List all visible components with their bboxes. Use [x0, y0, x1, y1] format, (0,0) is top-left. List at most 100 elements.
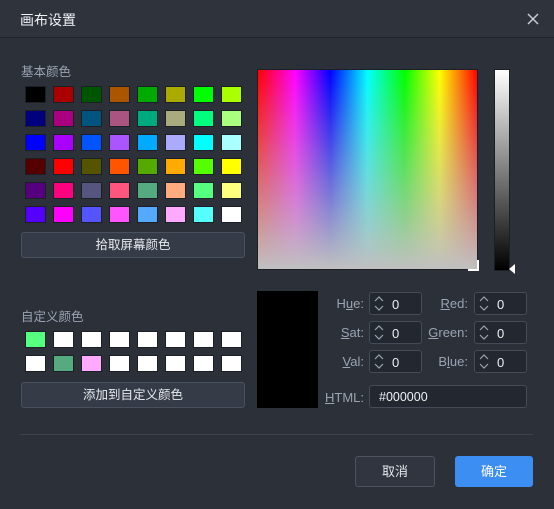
sat-spinbox[interactable]: 0: [369, 321, 422, 344]
spin-arrows-icon[interactable]: [374, 353, 384, 370]
basic-color-swatch[interactable]: [193, 158, 214, 175]
custom-color-swatch[interactable]: [221, 355, 242, 372]
val-spinbox[interactable]: 0: [369, 350, 422, 373]
basic-color-swatch[interactable]: [165, 182, 186, 199]
hue-label: Hue:: [336, 296, 364, 311]
basic-color-swatch[interactable]: [137, 158, 158, 175]
basic-color-swatch[interactable]: [221, 110, 242, 127]
ok-button[interactable]: 确定: [455, 456, 533, 487]
hue-saturation-picker[interactable]: [257, 69, 478, 270]
footer-divider: [20, 434, 533, 435]
basic-color-swatch[interactable]: [193, 134, 214, 151]
pick-screen-color-button[interactable]: 拾取屏幕颜色: [21, 232, 245, 258]
basic-color-swatch[interactable]: [221, 206, 242, 223]
cancel-button[interactable]: 取消: [355, 456, 435, 487]
luminance-slider[interactable]: [494, 69, 510, 271]
red-spinbox[interactable]: 0: [474, 292, 527, 315]
red-value: 0: [497, 297, 505, 312]
blue-label: Blue:: [438, 354, 468, 369]
basic-color-swatch[interactable]: [109, 206, 130, 223]
basic-color-swatch[interactable]: [109, 158, 130, 175]
custom-color-swatch[interactable]: [193, 331, 214, 348]
custom-color-swatch[interactable]: [109, 331, 130, 348]
basic-color-swatch[interactable]: [221, 158, 242, 175]
custom-color-swatch[interactable]: [193, 355, 214, 372]
spin-arrows-icon[interactable]: [374, 324, 384, 341]
basic-color-swatch[interactable]: [25, 110, 46, 127]
basic-color-swatch[interactable]: [137, 182, 158, 199]
basic-color-swatch[interactable]: [53, 158, 74, 175]
sat-value: 0: [392, 326, 400, 341]
basic-color-swatch[interactable]: [25, 206, 46, 223]
hue-spinbox[interactable]: 0: [369, 292, 422, 315]
basic-color-swatch[interactable]: [81, 182, 102, 199]
custom-color-swatch[interactable]: [137, 331, 158, 348]
close-icon[interactable]: [524, 10, 542, 28]
val-label: Val:: [342, 354, 364, 369]
basic-color-swatch[interactable]: [81, 134, 102, 151]
basic-color-swatch[interactable]: [221, 182, 242, 199]
basic-color-swatch[interactable]: [165, 158, 186, 175]
basic-color-swatch[interactable]: [25, 158, 46, 175]
basic-color-swatch[interactable]: [81, 206, 102, 223]
sat-label: Sat:: [340, 325, 364, 340]
custom-color-swatch[interactable]: [81, 355, 102, 372]
basic-color-swatch[interactable]: [109, 86, 130, 103]
luminance-arrow-icon[interactable]: [509, 264, 515, 274]
basic-color-swatch[interactable]: [53, 86, 74, 103]
basic-color-swatch[interactable]: [165, 110, 186, 127]
basic-color-swatch[interactable]: [109, 182, 130, 199]
basic-color-swatch[interactable]: [193, 110, 214, 127]
basic-color-swatch[interactable]: [53, 134, 74, 151]
basic-color-swatch[interactable]: [193, 206, 214, 223]
dialog-title: 画布设置: [20, 12, 76, 28]
spin-arrows-icon[interactable]: [479, 324, 489, 341]
spin-arrows-icon[interactable]: [479, 295, 489, 312]
basic-color-swatch[interactable]: [165, 206, 186, 223]
basic-color-swatch[interactable]: [221, 134, 242, 151]
custom-color-swatch[interactable]: [53, 355, 74, 372]
basic-color-swatch[interactable]: [137, 206, 158, 223]
basic-color-swatch[interactable]: [165, 134, 186, 151]
basic-color-swatch[interactable]: [109, 110, 130, 127]
basic-color-swatch[interactable]: [25, 134, 46, 151]
basic-color-swatch[interactable]: [137, 110, 158, 127]
basic-color-swatch[interactable]: [165, 86, 186, 103]
current-color-preview: [257, 291, 318, 408]
blue-spinbox[interactable]: 0: [474, 350, 527, 373]
basic-color-swatch[interactable]: [81, 86, 102, 103]
basic-color-swatch[interactable]: [221, 86, 242, 103]
spin-arrows-icon[interactable]: [479, 353, 489, 370]
basic-color-swatch[interactable]: [81, 110, 102, 127]
custom-color-swatch[interactable]: [137, 355, 158, 372]
custom-color-swatch[interactable]: [109, 355, 130, 372]
custom-color-swatch[interactable]: [25, 331, 46, 348]
custom-color-swatch[interactable]: [165, 355, 186, 372]
green-spinbox[interactable]: 0: [474, 321, 527, 344]
basic-color-swatch[interactable]: [137, 134, 158, 151]
basic-color-swatch[interactable]: [25, 86, 46, 103]
basic-color-swatch[interactable]: [193, 86, 214, 103]
custom-color-swatch[interactable]: [25, 355, 46, 372]
spin-arrows-icon[interactable]: [374, 295, 384, 312]
blue-value: 0: [497, 355, 505, 370]
basic-color-swatch[interactable]: [137, 86, 158, 103]
add-custom-color-button[interactable]: 添加到自定义颜色: [21, 382, 245, 408]
html-color-input[interactable]: #000000: [369, 385, 527, 408]
custom-color-swatch[interactable]: [53, 331, 74, 348]
custom-colors-label: 自定义颜色: [21, 310, 84, 324]
red-label: Red:: [440, 296, 468, 311]
basic-color-swatch[interactable]: [193, 182, 214, 199]
html-label: HTML:: [324, 390, 364, 405]
basic-color-swatch[interactable]: [53, 110, 74, 127]
basic-color-swatch[interactable]: [53, 206, 74, 223]
custom-color-swatch[interactable]: [221, 331, 242, 348]
basic-color-swatch[interactable]: [53, 182, 74, 199]
basic-color-swatch[interactable]: [81, 158, 102, 175]
hue-value: 0: [392, 297, 400, 312]
basic-color-swatch[interactable]: [109, 134, 130, 151]
custom-color-swatch[interactable]: [165, 331, 186, 348]
spectrum-crosshair[interactable]: [468, 260, 479, 271]
custom-color-swatch[interactable]: [81, 331, 102, 348]
basic-color-swatch[interactable]: [25, 182, 46, 199]
